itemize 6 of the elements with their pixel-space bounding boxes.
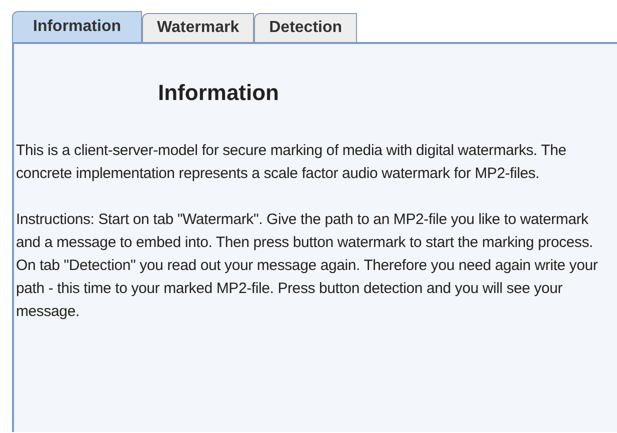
- paragraph: Instructions: Start on tab "Watermark". Give the path to an MP2-file you like to watermark and a message to embed into. Then press button watermark to start the marking process. On tab "Detection" you read out your message again. Therefore you need again write your path - this time to your marked MP2-file. Press button detection and you will see your message.: [16, 210, 599, 322]
- panel-heading: Information: [157, 79, 280, 107]
- tab[interactable]: Detection: [254, 13, 358, 42]
- tab[interactable]: Watermark: [142, 13, 254, 42]
- paragraph: This is a client-server-model for secure marking of media with digital watermarks. The concrete implementation represents a scale factor audio watermark for MP2-files.: [16, 141, 568, 184]
- tab[interactable]: Information: [12, 11, 142, 42]
